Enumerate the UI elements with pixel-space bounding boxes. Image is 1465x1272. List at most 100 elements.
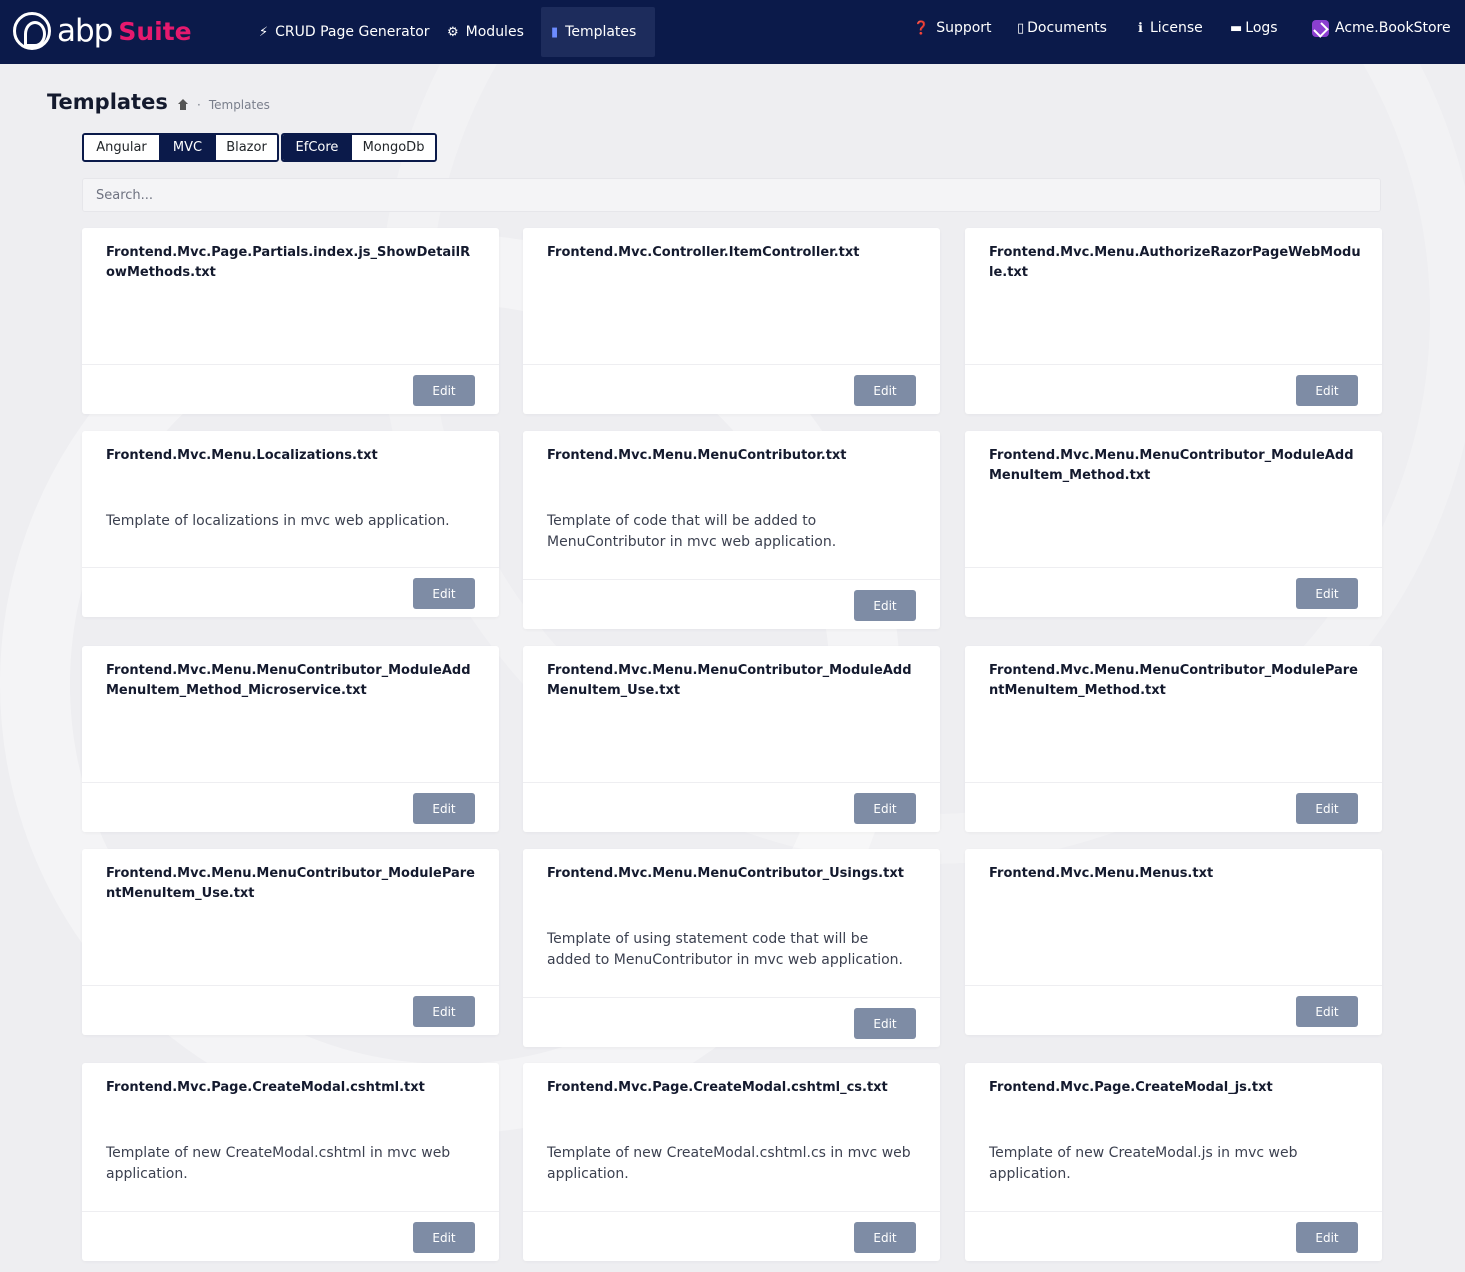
file-icon: ▯ [1017,20,1025,36]
template-card: Frontend.Mvc.Page.Partials.index.js_Show… [82,228,499,414]
template-card-footer: Edit [965,782,1382,832]
page-title: Templates [47,90,168,114]
template-card: Frontend.Mvc.Menu.MenuContributor_Module… [523,646,940,832]
template-card-description: Template of code that will be added to M… [547,513,837,550]
template-card-description: Template of new CreateModal.js in mvc we… [989,1145,1298,1182]
nav-crud-label: CRUD Page Generator [275,24,430,40]
db-efcore-button[interactable]: EfCore [283,135,351,160]
template-card-footer: Edit [523,782,940,832]
template-card: Frontend.Mvc.Menu.MenuContributor_Module… [965,646,1382,832]
edit-button[interactable]: Edit [413,375,475,406]
template-card-title: Frontend.Mvc.Menu.MenuContributor_Usings… [547,866,904,881]
edit-button[interactable]: Edit [1296,578,1358,609]
template-card-footer: Edit [965,364,1382,414]
ui-framework-toggle: Angular MVC Blazor [82,133,279,162]
brand-suite-text: Suite [118,16,192,46]
template-card: Frontend.Mvc.Menu.Localizations.txt Templ… [82,431,499,617]
abp-logo-icon [13,12,51,50]
template-card-title: Frontend.Mvc.Menu.AuthorizeRazorPageWebM… [989,245,1361,280]
template-card-description: Template of new CreateModal.cshtml.cs in… [547,1145,911,1182]
template-card: Frontend.Mvc.Menu.MenuContributor_Usings… [523,849,940,1047]
template-card: Frontend.Mvc.Menu.MenuContributor_Module… [82,646,499,832]
nav-documents[interactable]: ▯ Documents [1007,3,1117,53]
edit-button[interactable]: Edit [1296,375,1358,406]
nav-documents-label: Documents [1027,20,1107,36]
template-card-title: Frontend.Mvc.Page.CreateModal_js.txt [989,1080,1273,1095]
brand-logo[interactable]: abp Suite [13,11,192,51]
template-card-footer: Edit [82,782,499,832]
template-card-footer: Edit [965,985,1382,1035]
template-card-footer: Edit [82,1211,499,1261]
nav-license[interactable]: ℹ License [1128,3,1213,53]
template-card-title: Frontend.Mvc.Controller.ItemController.t… [547,245,860,260]
question-circle-icon: ❓ [913,20,930,36]
nav-crud-page-generator[interactable]: ⚡ CRUD Page Generator [249,7,440,57]
template-card: Frontend.Mvc.Menu.MenuContributor.txt Tem… [523,431,940,629]
edit-button[interactable]: Edit [1296,996,1358,1027]
template-card-title: Frontend.Mvc.Page.CreateModal.cshtml.txt [106,1080,425,1095]
nav-templates-label: Templates [565,24,637,40]
search-input[interactable] [82,178,1381,212]
nav-support-label: Support [936,20,992,36]
nav-license-label: License [1149,20,1203,36]
edit-button[interactable]: Edit [413,996,475,1027]
brand-abp-text: abp [57,13,113,49]
edit-button[interactable]: Edit [1296,793,1358,824]
template-card-footer: Edit [523,579,940,629]
template-card-description: Template of using statement code that wi… [547,931,903,968]
template-card: Frontend.Mvc.Menu.Menus.txt Edit [965,849,1382,1035]
template-card-footer: Edit [523,997,940,1047]
cogs-icon: ⚙ [447,24,459,40]
nav-solution[interactable]: Acme.BookStore [1302,3,1461,53]
template-card-title: Frontend.Mvc.Page.CreateModal.cshtml_cs.… [547,1080,888,1095]
template-card-title: Frontend.Mvc.Menu.MenuContributor_Module… [989,448,1354,483]
nav-logs[interactable]: ▬ Logs [1220,3,1288,53]
folder-open-icon: ▬ [1230,20,1243,36]
template-card-title: Frontend.Mvc.Menu.MenuContributor_Module… [547,663,912,698]
template-card-title: Frontend.Mvc.Menu.MenuContributor_Module… [106,866,476,901]
nav-modules[interactable]: ⚙ Modules [437,7,534,57]
bolt-icon: ⚡ [259,24,269,40]
info-icon: ℹ [1138,20,1143,36]
nav-modules-label: Modules [465,24,524,40]
template-card-title: Frontend.Mvc.Menu.Localizations.txt [106,448,378,463]
top-navbar: abp Suite ⚡ CRUD Page Generator ⚙ Module… [0,0,1465,64]
template-card: Frontend.Mvc.Page.CreateModal.cshtml.txt… [82,1063,499,1261]
ui-blazor-button[interactable]: Blazor [215,135,277,160]
edit-button[interactable]: Edit [413,793,475,824]
edit-button[interactable]: Edit [854,1222,916,1253]
template-card-footer: Edit [523,364,940,414]
ui-angular-button[interactable]: Angular [84,135,159,160]
template-card-description: Template of localizations in mvc web app… [106,513,450,529]
template-card-title: Frontend.Mvc.Menu.Menus.txt [989,866,1214,881]
template-card-footer: Edit [523,1211,940,1261]
book-icon: ▮ [551,24,559,40]
db-mongodb-button[interactable]: MongoDb [351,135,435,160]
nav-support[interactable]: ❓ Support [903,3,1002,53]
nav-solution-label: Acme.BookStore [1335,20,1451,36]
edit-button[interactable]: Edit [854,590,916,621]
edit-button[interactable]: Edit [1296,1222,1358,1253]
template-card: Frontend.Mvc.Page.CreateModal_js.txt Temp… [965,1063,1382,1261]
template-card-footer: Edit [82,364,499,414]
template-card-footer: Edit [965,1211,1382,1261]
home-icon[interactable] [177,99,189,111]
template-card-description: Template of new CreateModal.cshtml in mv… [106,1145,451,1182]
template-card: Frontend.Mvc.Controller.ItemController.t… [523,228,940,414]
ui-mvc-button[interactable]: MVC [159,135,215,160]
edit-button[interactable]: Edit [854,1008,916,1039]
nav-logs-label: Logs [1245,20,1278,36]
template-card: Frontend.Mvc.Page.CreateModal.cshtml_cs.… [523,1063,940,1261]
breadcrumb: · Templates [177,98,270,112]
template-card-title: Frontend.Mvc.Page.Partials.index.js_Show… [106,245,471,280]
db-provider-toggle: EfCore MongoDb [281,133,437,162]
nav-templates[interactable]: ▮ Templates [541,7,655,57]
template-card: Frontend.Mvc.Menu.AuthorizeRazorPageWebM… [965,228,1382,414]
edit-button[interactable]: Edit [854,375,916,406]
visual-studio-icon [1312,19,1329,37]
edit-button[interactable]: Edit [413,1222,475,1253]
breadcrumb-current: Templates [208,98,270,112]
template-card-title: Frontend.Mvc.Menu.MenuContributor_Module… [106,663,471,698]
edit-button[interactable]: Edit [854,793,916,824]
edit-button[interactable]: Edit [413,578,475,609]
